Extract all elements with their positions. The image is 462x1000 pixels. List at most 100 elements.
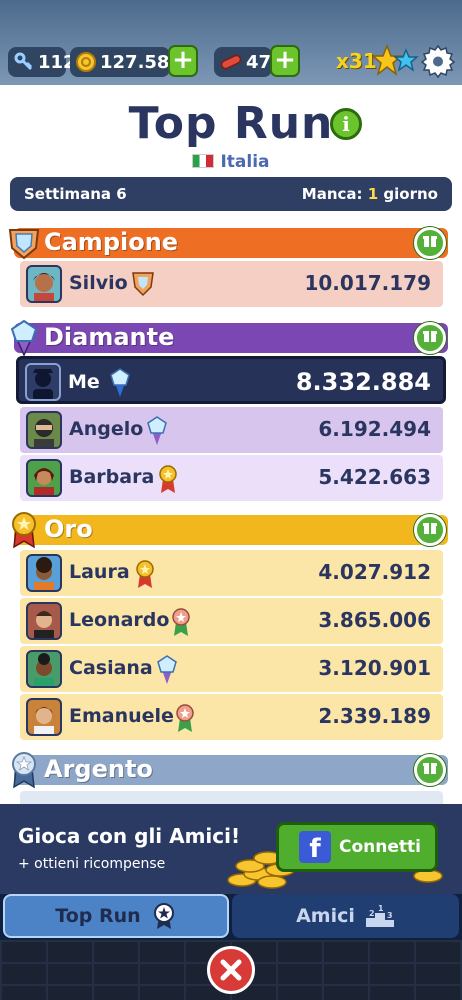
remaining-unit: giorno xyxy=(383,185,438,203)
league-reward-gift-button[interactable] xyxy=(414,322,446,354)
page-title: Top Run xyxy=(128,98,334,149)
league-header-diamante: Diamante xyxy=(0,319,462,357)
player-name: Barbara xyxy=(69,466,155,488)
league-reward-gift-button[interactable] xyxy=(414,514,446,546)
promo-title: Gioca con gli Amici! xyxy=(18,824,241,848)
league-reward-gift-button[interactable] xyxy=(414,227,446,259)
champion-emblem-icon xyxy=(8,229,40,260)
add-boards-button[interactable]: + xyxy=(270,45,300,77)
table-row-current-player[interactable]: Me 8.332.884 xyxy=(16,356,446,404)
key-icon xyxy=(14,51,34,73)
player-score: 2.339.189 xyxy=(318,704,431,728)
league-name-argento: Argento xyxy=(44,755,153,783)
player-name: Leonardo xyxy=(69,609,170,631)
diamond-badge-icon xyxy=(157,655,177,684)
close-icon xyxy=(220,959,242,981)
league-name-diamante: Diamante xyxy=(44,323,175,351)
league-reward-gift-button[interactable] xyxy=(414,754,446,786)
player-score: 5.422.663 xyxy=(318,465,431,489)
player-name: Emanuele xyxy=(69,705,174,727)
table-row[interactable]: Silvio 10.017.179 xyxy=(20,261,443,307)
hoverboard-icon xyxy=(220,51,242,73)
league-header-oro: Oro xyxy=(0,511,462,549)
close-button[interactable] xyxy=(207,946,255,994)
gold-badge-icon xyxy=(136,560,154,588)
top-bar: 112 127.587 + 47 + x31 xyxy=(0,0,462,85)
tab-friends[interactable]: Amici 2 1 3 xyxy=(232,894,459,938)
table-row-partial[interactable] xyxy=(20,791,443,804)
multiplier-stars-icon xyxy=(373,44,419,76)
avatar xyxy=(26,459,62,497)
week-bar: Settimana 6 Manca: 1 giorno xyxy=(10,177,452,211)
gift-icon xyxy=(423,331,437,342)
silver-emblem-icon xyxy=(12,752,36,789)
svg-text:3: 3 xyxy=(387,911,393,920)
tab-top-run[interactable]: Top Run xyxy=(3,894,229,938)
leaderboard[interactable]: Campione Silvio 10.017.179 Diamante Me 8… xyxy=(0,221,462,804)
avatar xyxy=(26,602,62,640)
remaining-label: Manca: xyxy=(301,185,363,203)
coins-counter: 127.587 xyxy=(70,47,182,77)
boards-counter: 47 xyxy=(214,47,272,77)
score-multiplier: x31 xyxy=(336,49,377,73)
player-score: 10.017.179 xyxy=(304,271,431,295)
country-name: Italia xyxy=(220,152,270,172)
table-row[interactable]: Laura 4.027.912 xyxy=(20,550,443,596)
player-score: 8.332.884 xyxy=(295,368,431,396)
avatar xyxy=(26,698,62,736)
page-title-row: Top Run xyxy=(0,98,462,149)
table-row[interactable]: Emanuele 2.339.189 xyxy=(20,694,443,740)
champion-badge-icon xyxy=(132,272,154,297)
gold-badge-icon xyxy=(159,465,177,493)
avatar xyxy=(26,411,62,449)
info-button[interactable]: i xyxy=(330,108,362,140)
player-name: Casiana xyxy=(69,657,153,679)
bottom-tabs: Top Run Amici 2 1 3 xyxy=(0,894,462,940)
silver-badge-icon xyxy=(176,704,194,732)
league-header-campione: Campione xyxy=(0,224,462,260)
player-score: 3.120.901 xyxy=(318,656,431,680)
coin-icon xyxy=(76,51,96,73)
svg-text:2: 2 xyxy=(369,909,375,918)
player-name: Angelo xyxy=(69,418,144,440)
diamond-badge-icon xyxy=(110,368,130,397)
svg-text:1: 1 xyxy=(378,904,384,913)
connect-label: Connetti xyxy=(339,837,421,857)
add-coins-button[interactable]: + xyxy=(168,45,198,77)
diamond-emblem-icon xyxy=(10,319,38,357)
league-name-oro: Oro xyxy=(44,515,93,543)
player-score: 4.027.912 xyxy=(318,560,431,584)
avatar xyxy=(25,363,61,401)
player-score: 3.865.006 xyxy=(318,608,431,632)
remaining-value: 1 xyxy=(367,185,379,203)
keys-counter: 112 xyxy=(8,47,76,77)
silver-badge-icon xyxy=(172,608,190,636)
player-name: Me xyxy=(68,371,100,393)
league-name-campione: Campione xyxy=(44,228,179,256)
gift-icon xyxy=(423,763,437,774)
boards-count: 47 xyxy=(246,51,272,73)
player-name: Laura xyxy=(69,561,130,583)
gold-emblem-icon xyxy=(12,512,36,549)
time-remaining: Manca: 1 giorno xyxy=(302,185,438,203)
avatar xyxy=(26,265,62,303)
tab-top-run-label: Top Run xyxy=(55,905,141,927)
table-row[interactable]: Leonardo 3.865.006 xyxy=(20,598,443,644)
gift-icon xyxy=(423,523,437,534)
table-row[interactable]: Angelo 6.192.494 xyxy=(20,407,443,453)
facebook-connect-button[interactable]: f Connetti xyxy=(276,822,438,872)
player-name: Silvio xyxy=(69,272,128,294)
player-score: 6.192.494 xyxy=(318,417,431,441)
tab-friends-label: Amici xyxy=(296,905,355,927)
avatar xyxy=(26,650,62,688)
avatar xyxy=(26,554,62,592)
league-header-argento: Argento xyxy=(0,751,462,789)
facebook-icon: f xyxy=(299,831,331,864)
diamond-badge-icon xyxy=(147,416,167,445)
settings-gear-icon[interactable] xyxy=(421,44,455,78)
table-row[interactable]: Barbara 5.422.663 xyxy=(20,455,443,501)
country-label: Italia xyxy=(0,152,462,172)
promo-subtitle: + ottieni ricompense xyxy=(18,856,166,872)
table-row[interactable]: Casiana 3.120.901 xyxy=(20,646,443,692)
medal-icon xyxy=(153,903,174,929)
